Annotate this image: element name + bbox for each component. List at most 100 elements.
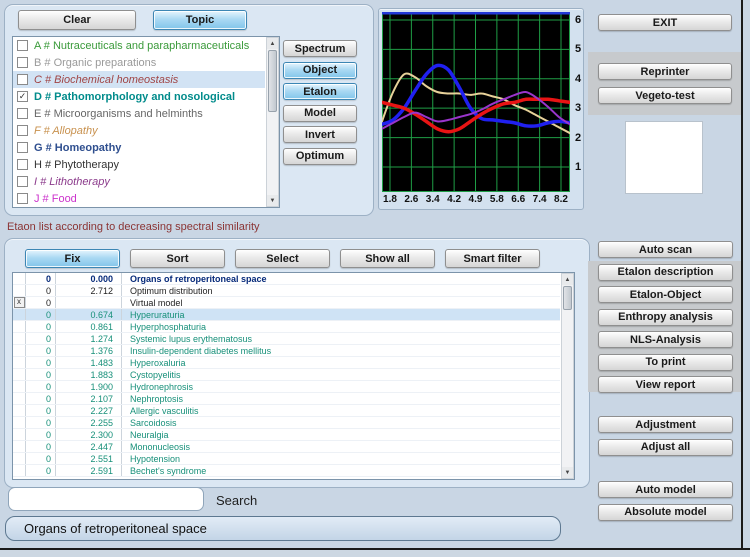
row-name-cell: Hyperoxaluria [130,357,186,368]
action-button-adjust-all[interactable]: Adjust all [598,438,733,456]
reprinter-button[interactable]: Reprinter [598,63,732,80]
checkbox-icon[interactable] [17,40,28,51]
toolbar-button-fix[interactable]: Fix [25,249,120,268]
checkbox-icon[interactable] [17,176,28,187]
action-button-etalon-object[interactable]: Etalon-Object [598,286,733,303]
scroll-up-icon[interactable]: ▲ [267,38,278,49]
scroll-down-icon[interactable]: ▼ [562,467,573,478]
etalon-row-hyperuraturia[interactable]: 0 0.674 Hyperuraturia [13,309,560,321]
etalon-row-nephroptosis[interactable]: 0 2.107 Nephroptosis [13,393,560,405]
row-count-cell: 0 [26,453,56,464]
selection-bar[interactable]: Organs of retroperitoneal space [5,516,561,541]
row-marker-cell [13,393,26,404]
rubric-item-f[interactable]: F # Allopathy [13,122,265,139]
rubric-item-h[interactable]: H # Phytotherapy [13,156,265,173]
x-tick-label: 7.4 [532,194,547,205]
checkbox-icon[interactable] [17,74,28,85]
row-name-cell: Mononucleosis [130,441,191,452]
checkbox-checked-icon[interactable]: ✓ [17,91,28,102]
rubric-item-c[interactable]: C # Biochemical homeostasis [13,71,265,88]
checkbox-icon[interactable] [17,125,28,136]
scrollbar-thumb[interactable] [268,50,277,112]
row-name-cell: Bechet's syndrome [130,465,207,476]
etalon-row-virtual-model[interactable]: x 0 Virtual model [13,297,560,309]
row-marker-cell [13,321,26,332]
etalon-row-neuralgia[interactable]: 0 2.300 Neuralgia [13,429,560,441]
search-input[interactable] [8,487,204,511]
clear-button[interactable]: Clear [18,10,136,30]
etalon-row-organs-of-retroperitoneal-space[interactable]: 0 0.000 Organs of retroperitoneal space [13,273,560,285]
topic-button[interactable]: Topic [153,10,247,30]
row-name-cell: Nephroptosis [130,393,184,404]
exit-button[interactable]: EXIT [598,14,732,31]
rubric-item-a[interactable]: A # Nutraceuticals and parapharmaceutica… [13,37,265,54]
row-name-cell: Hyperphosphaturia [130,321,207,332]
toolbar-button-select[interactable]: Select [235,249,330,268]
rubric-item-b[interactable]: B # Organic preparations [13,54,265,71]
checkbox-icon[interactable] [17,57,28,68]
rubric-scrollbar[interactable]: ▲ ▼ [266,37,279,207]
row-marker-cell [13,429,26,440]
etalon-row-mononucleosis[interactable]: 0 2.447 Mononucleosis [13,441,560,453]
row-count-cell: 0 [26,345,56,356]
etalon-row-cystopyelitis[interactable]: 0 1.883 Cystopyelitis [13,369,560,381]
scrollbar-thumb[interactable] [563,286,572,310]
action-button-enthropy-analysis[interactable]: Enthropy analysis [598,308,733,326]
row-name-cell: Cystopyelitis [130,369,181,380]
row-marker-cell [13,345,26,356]
rubric-item-label: A # Nutraceuticals and parapharmaceutica… [34,39,250,52]
etalon-row-allergic-vasculitis[interactable]: 0 2.227 Allergic vasculitis [13,405,560,417]
etalon-row-optimum-distribution[interactable]: 0 2.712 Optimum distribution [13,285,560,297]
rubric-item-i[interactable]: I # Lithotherapy [13,173,265,190]
x-tick-label: 5.8 [489,194,504,205]
row-similarity-cell: 1.376 [56,345,122,356]
action-button-view-report[interactable]: View report [598,376,733,393]
mode-button-optimum[interactable]: Optimum [283,147,357,165]
row-similarity-cell: 0.000 [56,273,122,284]
mode-button-object[interactable]: Object [283,61,357,79]
action-button-auto-model[interactable]: Auto model [598,481,733,498]
etalon-row-systemic-lupus-erythematosus[interactable]: 0 1.274 Systemic lupus erythematosus [13,333,560,345]
rubric-item-e[interactable]: E # Microorganisms and helminths [13,105,265,122]
row-name-cell: Hypotension [130,453,181,464]
scroll-up-icon[interactable]: ▲ [562,274,573,285]
action-button-etalon-description[interactable]: Etalon description [598,263,733,281]
etalon-row-hypotension[interactable]: 0 2.551 Hypotension [13,453,560,465]
checkbox-icon[interactable] [17,108,28,119]
row-count-cell: 0 [26,297,56,308]
toolbar-button-smart-filter[interactable]: Smart filter [445,249,540,268]
row-similarity-cell: 1.483 [56,357,122,368]
preview-box [625,121,703,194]
rubric-item-g[interactable]: G # Homeopathy [13,139,265,156]
action-button-absolute-model[interactable]: Absolute model [598,503,733,521]
vegeto-test-button[interactable]: Vegeto-test [598,87,732,104]
checkbox-icon[interactable] [17,193,28,204]
row-similarity-cell: 2.300 [56,429,122,440]
etalon-row-sarcoidosis[interactable]: 0 2.255 Sarcoidosis [13,417,560,429]
checkbox-icon[interactable] [17,159,28,170]
scroll-down-icon[interactable]: ▼ [267,195,278,206]
row-name-cell: Virtual model [130,297,183,308]
etalon-row-hydronephrosis[interactable]: 0 1.900 Hydronephrosis [13,381,560,393]
mode-button-model[interactable]: Model [283,104,357,122]
mode-button-etalon[interactable]: Etalon [283,83,357,100]
rubric-item-d[interactable]: ✓ D # Pathomorphology and nosological [13,88,265,105]
window-right-border [741,0,743,548]
mode-button-spectrum[interactable]: Spectrum [283,40,357,57]
action-button-adjustment[interactable]: Adjustment [598,416,733,433]
etalon-row-hyperphosphaturia[interactable]: 0 0.861 Hyperphosphaturia [13,321,560,333]
mode-button-invert[interactable]: Invert [283,126,357,143]
etalon-row-bechet-s-syndrome[interactable]: 0 2.591 Bechet's syndrome [13,465,560,477]
etalon-row-insulin-dependent-diabetes-mellitus[interactable]: 0 1.376 Insulin-dependent diabetes mellitu… [13,345,560,357]
etalon-row-hyperoxaluria[interactable]: 0 1.483 Hyperoxaluria [13,357,560,369]
search-label: Search [216,493,258,508]
action-button-auto-scan[interactable]: Auto scan [598,241,733,258]
etalon-scrollbar[interactable]: ▲ ▼ [561,273,574,479]
toolbar-button-show-all[interactable]: Show all [340,249,435,268]
action-button-nls-analysis[interactable]: NLS-Analysis [598,331,733,348]
action-button-to-print[interactable]: To print [598,353,733,371]
checkbox-icon[interactable] [17,142,28,153]
rubric-item-j[interactable]: J # Food [13,190,265,207]
rubric-item-label: B # Organic preparations [34,56,157,69]
toolbar-button-sort[interactable]: Sort [130,249,225,268]
